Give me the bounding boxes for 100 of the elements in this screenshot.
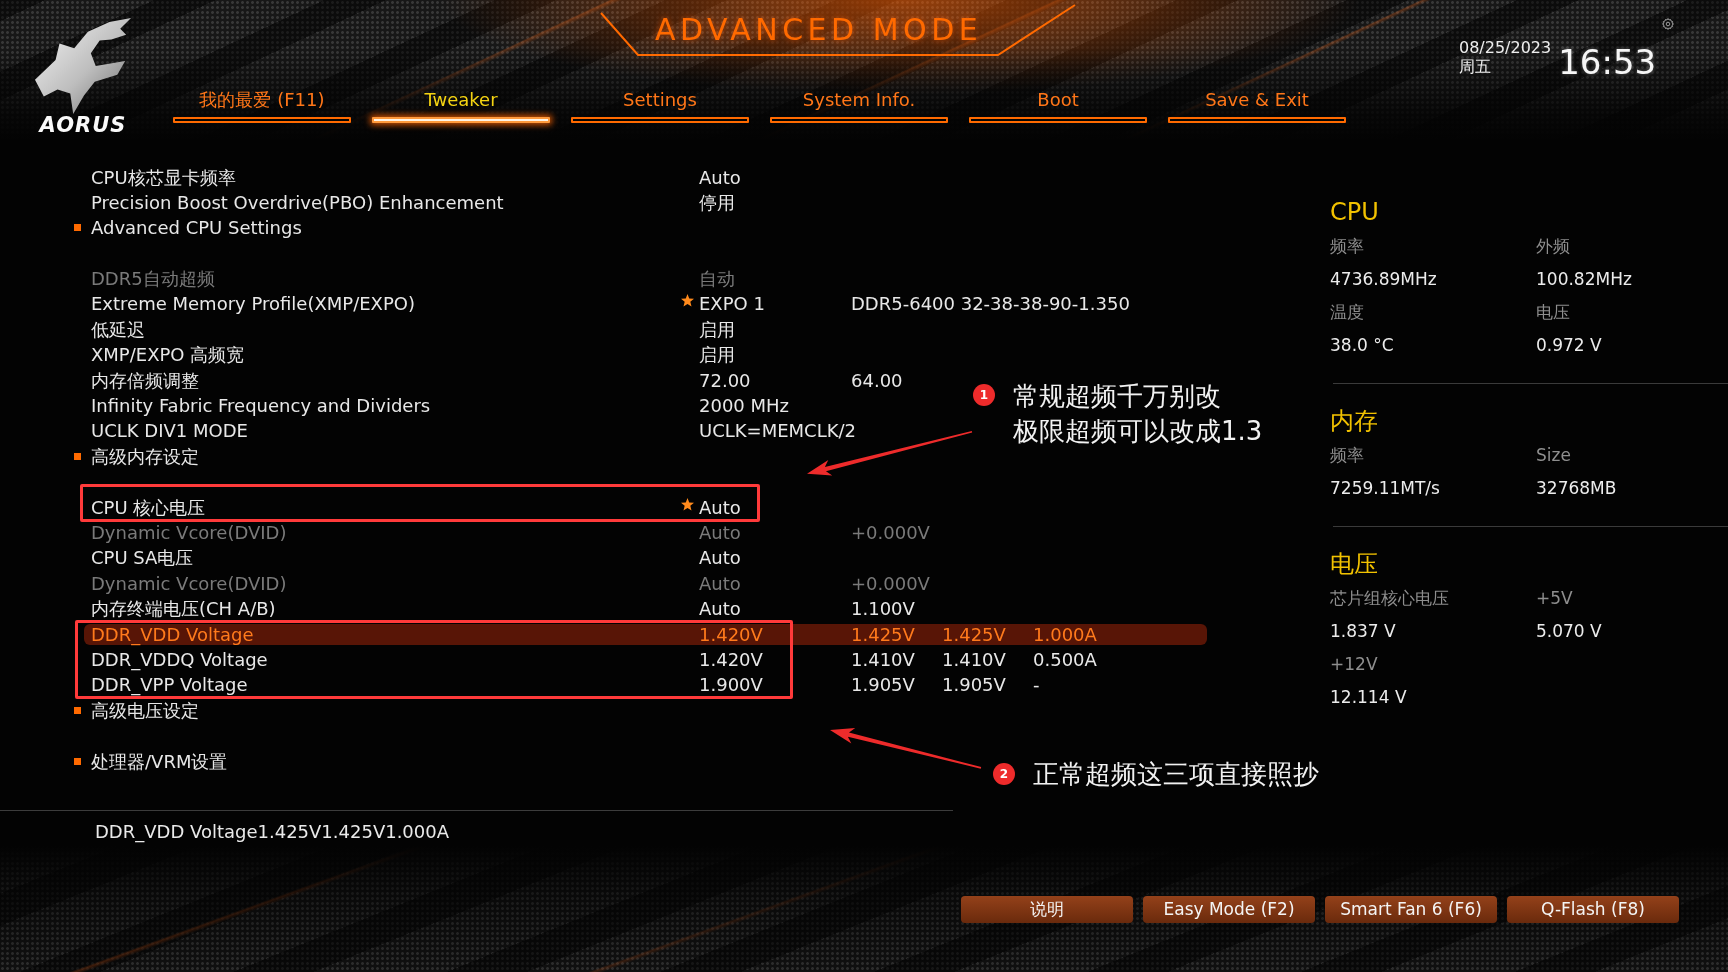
menu-tab[interactable]: Boot [969, 89, 1147, 123]
setting-label[interactable]: 内存倍频调整 [91, 369, 199, 391]
brand-logo-text: AORUS [39, 115, 127, 135]
setting-value[interactable]: 1.410V [942, 648, 1006, 670]
info-label: 频率 [1330, 444, 1364, 467]
setting-value[interactable]: 停用 [699, 191, 735, 213]
setting-label[interactable]: Extreme Memory Profile(XMP/EXPO) [91, 293, 415, 315]
submenu-link[interactable]: 处理器/VRM设置 [91, 750, 228, 772]
menu-tab[interactable]: System Info. [770, 89, 948, 123]
info-label: 芯片组核心电压 [1330, 587, 1449, 610]
settings-icon[interactable] [1662, 18, 1675, 30]
setting-row[interactable]: Advanced CPU Settings [84, 217, 699, 239]
footer-button[interactable]: Smart Fan 6 (F6) [1325, 896, 1497, 923]
setting-value[interactable]: 1.420V [699, 648, 763, 670]
setting-value[interactable]: 0.500A [1033, 648, 1097, 670]
setting-value[interactable]: - [1033, 674, 1040, 696]
info-value: 38.0 °C [1330, 334, 1394, 357]
setting-value[interactable]: 1.905V [942, 674, 1006, 696]
setting-value[interactable]: 2000 MHz [699, 395, 790, 417]
setting-row[interactable]: DDR_VDDQ Voltage 1.420V 1.410V 1.410V 0.500A [84, 648, 1097, 670]
menu-tab[interactable]: 我的最爱 (F11) [173, 89, 351, 123]
submenu-link[interactable]: 高级电压设定 [91, 699, 199, 721]
section-heading: CPU [1330, 197, 1379, 227]
footer-button[interactable]: Q-Flash (F8) [1507, 896, 1679, 923]
submenu-link[interactable]: Advanced CPU Settings [91, 217, 302, 239]
submenu-link[interactable]: 高级内存设定 [91, 445, 199, 467]
setting-value[interactable]: 72.00 [699, 369, 751, 391]
info-label: 频率 [1330, 235, 1364, 258]
setting-value[interactable]: 1.420V [699, 623, 763, 645]
info-value: 5.070 V [1536, 620, 1602, 643]
setting-value[interactable]: UCLK=MEMCLK/2 [699, 420, 856, 442]
setting-value[interactable]: 1.425V [942, 623, 1006, 645]
setting-row[interactable]: CPU 核心电压 Auto [84, 496, 741, 518]
annotation-text: 极限超频可以改成1.3 [1013, 415, 1263, 448]
setting-label[interactable]: XMP/EXPO 高频宽 [91, 344, 245, 366]
setting-row[interactable]: 处理器/VRM设置 [84, 750, 699, 772]
info-label: +12V [1330, 653, 1378, 676]
footer-button[interactable]: Easy Mode (F2) [1143, 896, 1315, 923]
info-value: 12.114 V [1330, 686, 1407, 709]
setting-row[interactable]: 高级电压设定 [84, 699, 699, 721]
setting-row[interactable]: 内存倍频调整 72.00 64.00 [84, 369, 903, 391]
setting-value[interactable]: 启用 [699, 318, 735, 340]
setting-value[interactable]: Auto [699, 547, 741, 569]
menu-tab[interactable]: Tweaker [372, 89, 550, 123]
weekday-text: 周五 [1459, 57, 1492, 76]
setting-value[interactable]: DDR5-6400 32-38-38-90-1.350 [851, 293, 1130, 315]
setting-label[interactable]: Precision Boost Overdrive(PBO) Enhancement [91, 191, 504, 213]
annotation-text: 正常超频这三项直接照抄 [1033, 758, 1319, 791]
info-value: 7259.11MT/s [1330, 477, 1440, 500]
setting-label[interactable]: 低延迟 [91, 318, 145, 340]
setting-row[interactable]: 低延迟 启用 [84, 318, 735, 340]
setting-row[interactable]: CPU SA电压 Auto [84, 547, 741, 569]
setting-value[interactable]: 1.900V [699, 674, 763, 696]
setting-row[interactable]: CPU核芯显卡频率 Auto [84, 166, 741, 188]
setting-row[interactable]: Infinity Fabric Frequency and Dividers 2000 MHz [84, 395, 790, 417]
info-label: 外频 [1536, 235, 1570, 258]
setting-value[interactable]: EXPO 1 [699, 293, 765, 315]
clock-time: 16:53 [1558, 42, 1657, 82]
setting-label[interactable]: DDR_VPP Voltage [91, 674, 248, 696]
setting-value[interactable]: 1.000A [1033, 623, 1097, 645]
setting-value[interactable]: 1.100V [851, 598, 915, 620]
setting-row[interactable]: 高级内存设定 [84, 445, 699, 467]
info-value: 100.82MHz [1536, 268, 1632, 291]
setting-value[interactable]: 启用 [699, 344, 735, 366]
square-bullet-icon [74, 706, 81, 714]
info-label: 电压 [1536, 301, 1570, 324]
setting-label[interactable]: UCLK DIV1 MODE [91, 420, 248, 442]
setting-label[interactable]: 内存终端电压(CH A/B) [91, 598, 276, 620]
setting-row[interactable]: Precision Boost Overdrive(PBO) Enhancement 停用 [84, 191, 735, 213]
info-label: Size [1536, 444, 1571, 467]
info-label: +5V [1536, 587, 1573, 610]
square-bullet-icon [74, 224, 81, 232]
setting-value[interactable]: 1.905V [851, 674, 915, 696]
setting-label[interactable]: Infinity Fabric Frequency and Dividers [91, 395, 431, 417]
setting-label[interactable]: DDR_VDD Voltage [91, 623, 254, 645]
setting-label[interactable]: CPU SA电压 [91, 547, 194, 569]
setting-value[interactable]: Auto [699, 496, 741, 518]
setting-value[interactable]: 1.425V [851, 623, 915, 645]
setting-value[interactable]: Auto [699, 166, 741, 188]
info-value: 32768MB [1536, 477, 1617, 500]
setting-value[interactable]: 1.410V [851, 648, 915, 670]
setting-value[interactable]: 64.00 [851, 369, 903, 391]
info-label: 温度 [1330, 301, 1364, 324]
section-heading: 内存 [1330, 406, 1378, 436]
setting-label[interactable]: CPU核芯显卡频率 [91, 166, 236, 188]
setting-value[interactable]: Auto [699, 598, 741, 620]
mode-title: ADVANCED MODE [655, 13, 983, 47]
menu-tab[interactable]: Save & Exit [1168, 89, 1346, 123]
menu-tab[interactable]: Settings [571, 89, 749, 123]
setting-row[interactable]: DDR_VDD Voltage 1.420V 1.425V 1.425V 1.000A [84, 623, 1207, 645]
setting-row[interactable]: XMP/EXPO 高频宽 启用 [84, 344, 735, 366]
footer-button[interactable]: 说明 [961, 896, 1133, 923]
setting-row[interactable]: 内存终端电压(CH A/B) Auto 1.100V [84, 598, 915, 620]
step-badge: 1 [973, 384, 995, 406]
setting-label[interactable]: CPU 核心电压 [91, 496, 206, 518]
setting-row[interactable]: UCLK DIV1 MODE UCLK=MEMCLK/2 [84, 420, 856, 442]
square-bullet-icon [74, 452, 81, 460]
setting-row[interactable]: DDR_VPP Voltage 1.900V 1.905V 1.905V - [84, 674, 1040, 696]
setting-row[interactable]: Extreme Memory Profile(XMP/EXPO) EXPO 1 DDR5-6400 32-38-38-90-1.350 [84, 293, 1130, 315]
setting-label[interactable]: DDR_VDDQ Voltage [91, 648, 268, 670]
